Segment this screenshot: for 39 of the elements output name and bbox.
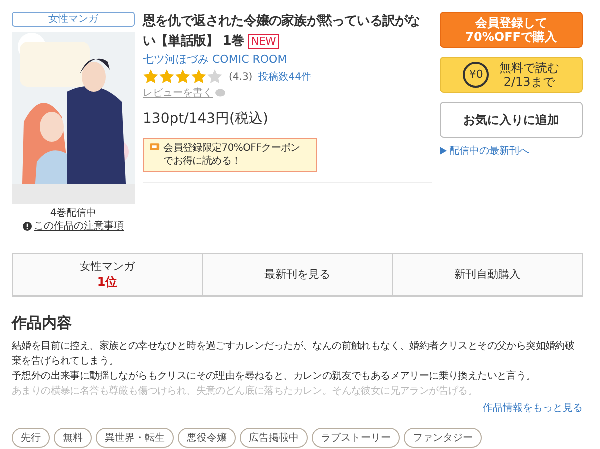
nav-tab[interactable]: 最新刊を見る [203,254,393,295]
yen-icon: ¥0 [463,62,490,88]
favorite-button[interactable]: お気に入りに追加 [440,102,583,138]
price: 130pt/143円(税込) [143,110,268,128]
coupon-notice[interactable]: 会員登録限定70%OFFクーポンでお得に読める！ [143,138,317,172]
star-icon [159,69,175,85]
free-read-button[interactable]: ¥0 無料で読む 2/13まで [440,57,583,93]
section-heading: 作品内容 [12,314,73,333]
description-paragraph: あまりの横暴に名誉も尊厳も傷つけられ、失意のどん底に落ちたカレン。そんな彼女に兄アランが告げる。 [12,384,479,399]
more-info-link[interactable]: 作品情報をもっと見る [483,401,583,415]
star-icon [175,69,191,85]
nav-tab[interactable]: 女性マンガ 1位 [13,254,203,295]
latest-volume-link[interactable]: 配信中の最新刊へ [440,144,583,158]
description-paragraph: 予想外の出来事に動揺しながらもクリスにその理由を尋ねると、カレンの親友でもあるメアリーに乗り換えたいと言う。 [12,370,537,384]
rating-score: (4.3) [229,72,253,82]
new-badge: NEW [248,34,279,49]
tag-chip[interactable]: 無料 [54,428,92,448]
star-icon [143,69,159,85]
star-icon [207,69,223,85]
triangle-icon [440,147,447,155]
tag-chip[interactable]: 広告掲載中 [240,428,308,448]
tag-chip[interactable]: 異世界・転生 [96,428,174,448]
volume-count: 4巻配信中 [50,207,97,220]
description-paragraph: 結婚を目前に控え、家族との幸せなひと時を過ごすカレンだったが、なんの前触れもなく、婚約者クリスとその父から突如婚約破棄を告げられてしまう。 [12,340,576,369]
info-icon [23,222,32,231]
ticket-icon [150,142,160,152]
tag-chip[interactable]: ファンタジー [404,428,482,448]
tag-chip[interactable]: ラブストーリー [312,428,400,448]
tag-chip[interactable]: 先行 [12,428,50,448]
star-icon [191,69,207,85]
review-count-link[interactable]: 投稿数44件 [258,70,312,84]
genre-tag[interactable]: 女性マンガ [12,12,135,27]
notice-link[interactable]: この作品の注意事項 [23,220,124,233]
nav-tab[interactable]: 新刊自動購入 [393,254,582,295]
speech-bubble-icon [215,88,226,98]
coupon-text: 会員登録限定70%OFFクーポンでお得に読める！ [164,142,302,168]
book-title: 恩を仇で返された令嬢の家族が黙っている訳がない【単話版】 1巻 NEW [143,12,422,51]
author-link[interactable]: 七ツ河ほづみ COMIC ROOM [143,52,288,67]
tag-chip[interactable]: 悪役令嬢 [178,428,236,448]
